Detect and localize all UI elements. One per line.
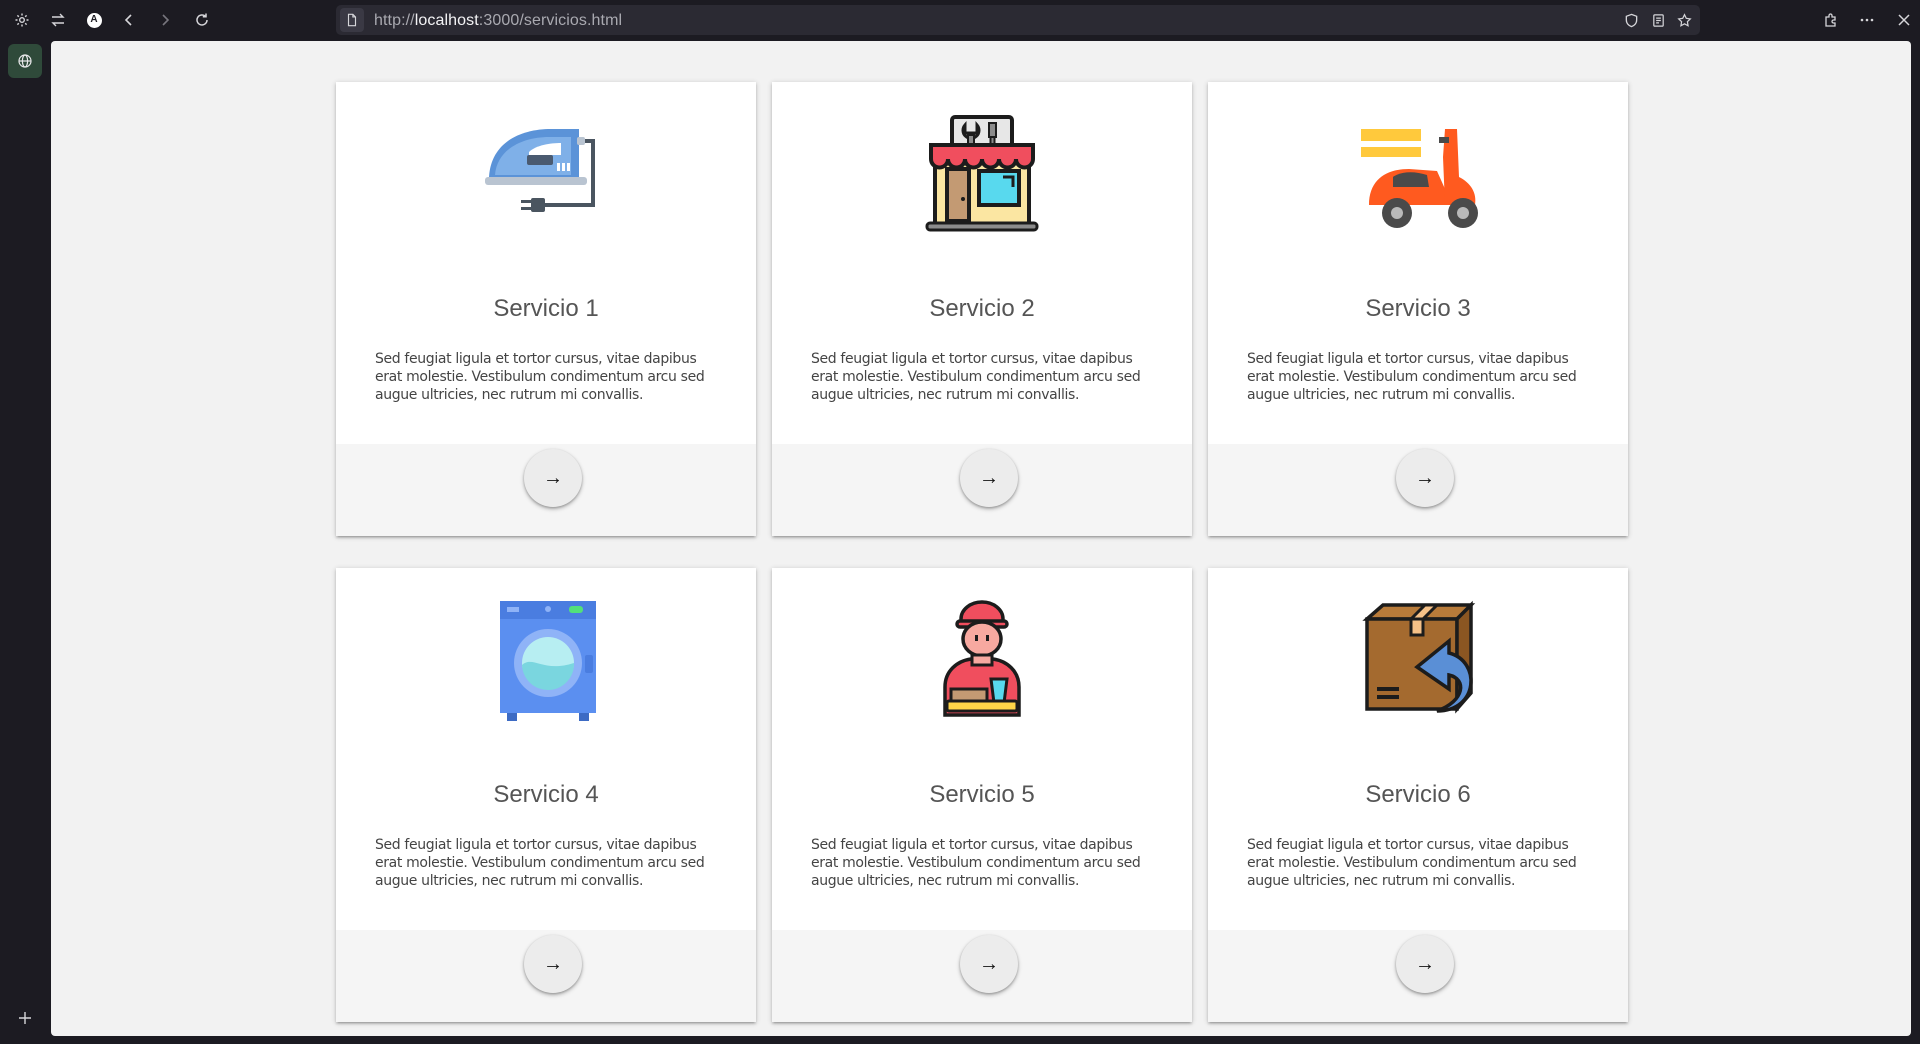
- bookmark-star-icon[interactable]: [1672, 8, 1696, 32]
- page-viewport: Servicio 1 Sed feugiat ligula et tortor …: [51, 41, 1911, 1036]
- arrow-right-icon: →: [543, 952, 563, 975]
- swap-arrows-icon[interactable]: [46, 8, 70, 32]
- card-arrow-button[interactable]: →: [960, 449, 1018, 507]
- card-description: Sed feugiat ligula et tortor cursus, vit…: [1247, 837, 1577, 889]
- repair-shop-icon: [925, 115, 1039, 232]
- card-description: Sed feugiat ligula et tortor cursus, vit…: [811, 351, 1141, 403]
- card-arrow-button[interactable]: →: [1396, 449, 1454, 507]
- delivery-person-icon: [943, 600, 1021, 717]
- service-card: Servicio 2 Sed feugiat ligula et tortor …: [772, 82, 1192, 536]
- card-arrow-button[interactable]: →: [1396, 935, 1454, 993]
- url-bar[interactable]: http://localhost:3000/servicios.html: [336, 5, 1700, 35]
- card-title: Servicio 6: [1365, 781, 1471, 808]
- card-title: Servicio 2: [929, 295, 1035, 322]
- forward-arrow-icon[interactable]: [153, 8, 177, 32]
- card-image: [772, 82, 1192, 262]
- reload-icon[interactable]: [190, 8, 214, 32]
- back-arrow-icon[interactable]: [117, 8, 141, 32]
- card-image: [1208, 568, 1628, 748]
- account-avatar[interactable]: A: [82, 8, 106, 32]
- card-arrow-button[interactable]: →: [960, 935, 1018, 993]
- card-description: Sed feugiat ligula et tortor cursus, vit…: [811, 837, 1141, 889]
- arrow-right-icon: →: [543, 466, 563, 489]
- arrow-right-icon: →: [979, 466, 999, 489]
- service-card: Servicio 5 Sed feugiat ligula et tortor …: [772, 568, 1192, 1022]
- iron-icon: [485, 129, 595, 212]
- account-initial: A: [86, 12, 102, 28]
- page-info-icon[interactable]: [340, 8, 364, 32]
- close-window-icon[interactable]: [1892, 8, 1916, 32]
- card-description: Sed feugiat ligula et tortor cursus, vit…: [375, 837, 705, 889]
- globe-icon[interactable]: [8, 44, 42, 78]
- card-title: Servicio 3: [1365, 295, 1471, 322]
- service-card: Servicio 3 Sed feugiat ligula et tortor …: [1208, 82, 1628, 536]
- card-arrow-button[interactable]: →: [524, 449, 582, 507]
- url-text[interactable]: http://localhost:3000/servicios.html: [374, 12, 622, 30]
- card-title: Servicio 1: [493, 295, 599, 322]
- card-image: [336, 82, 756, 262]
- washing-machine-icon: [500, 601, 596, 721]
- card-actions: →: [336, 930, 756, 1022]
- arrow-right-icon: →: [979, 952, 999, 975]
- card-title: Servicio 5: [929, 781, 1035, 808]
- card-actions: →: [1208, 444, 1628, 536]
- card-arrow-button[interactable]: →: [524, 935, 582, 993]
- card-image: [1208, 82, 1628, 262]
- service-card: Servicio 4 Sed feugiat ligula et tortor …: [336, 568, 756, 1022]
- card-actions: →: [772, 930, 1192, 1022]
- add-panel-plus-icon[interactable]: [13, 1006, 37, 1030]
- settings-gear-icon[interactable]: [10, 8, 34, 32]
- card-description: Sed feugiat ligula et tortor cursus, vit…: [375, 351, 705, 403]
- service-card: Servicio 1 Sed feugiat ligula et tortor …: [336, 82, 756, 536]
- card-actions: →: [772, 444, 1192, 536]
- services-grid: Servicio 1 Sed feugiat ligula et tortor …: [336, 82, 1629, 1022]
- more-menu-icon[interactable]: [1855, 8, 1879, 32]
- service-card: Servicio 6 Sed feugiat ligula et tortor …: [1208, 568, 1628, 1022]
- card-actions: →: [1208, 930, 1628, 1022]
- return-box-icon: [1362, 600, 1476, 714]
- browser-toolbar: A http://localhost:3000/servicios.html: [0, 0, 1920, 40]
- card-title: Servicio 4: [493, 781, 599, 808]
- card-description: Sed feugiat ligula et tortor cursus, vit…: [1247, 351, 1577, 403]
- shield-icon[interactable]: [1619, 8, 1643, 32]
- reader-view-icon[interactable]: [1646, 8, 1670, 32]
- browser-sidebar: [0, 40, 50, 1044]
- arrow-right-icon: →: [1415, 466, 1435, 489]
- arrow-right-icon: →: [1415, 952, 1435, 975]
- delivery-scooter-icon: [1361, 129, 1478, 228]
- card-actions: →: [336, 444, 756, 536]
- card-image: [772, 568, 1192, 748]
- card-image: [336, 568, 756, 748]
- extensions-icon[interactable]: [1819, 8, 1843, 32]
